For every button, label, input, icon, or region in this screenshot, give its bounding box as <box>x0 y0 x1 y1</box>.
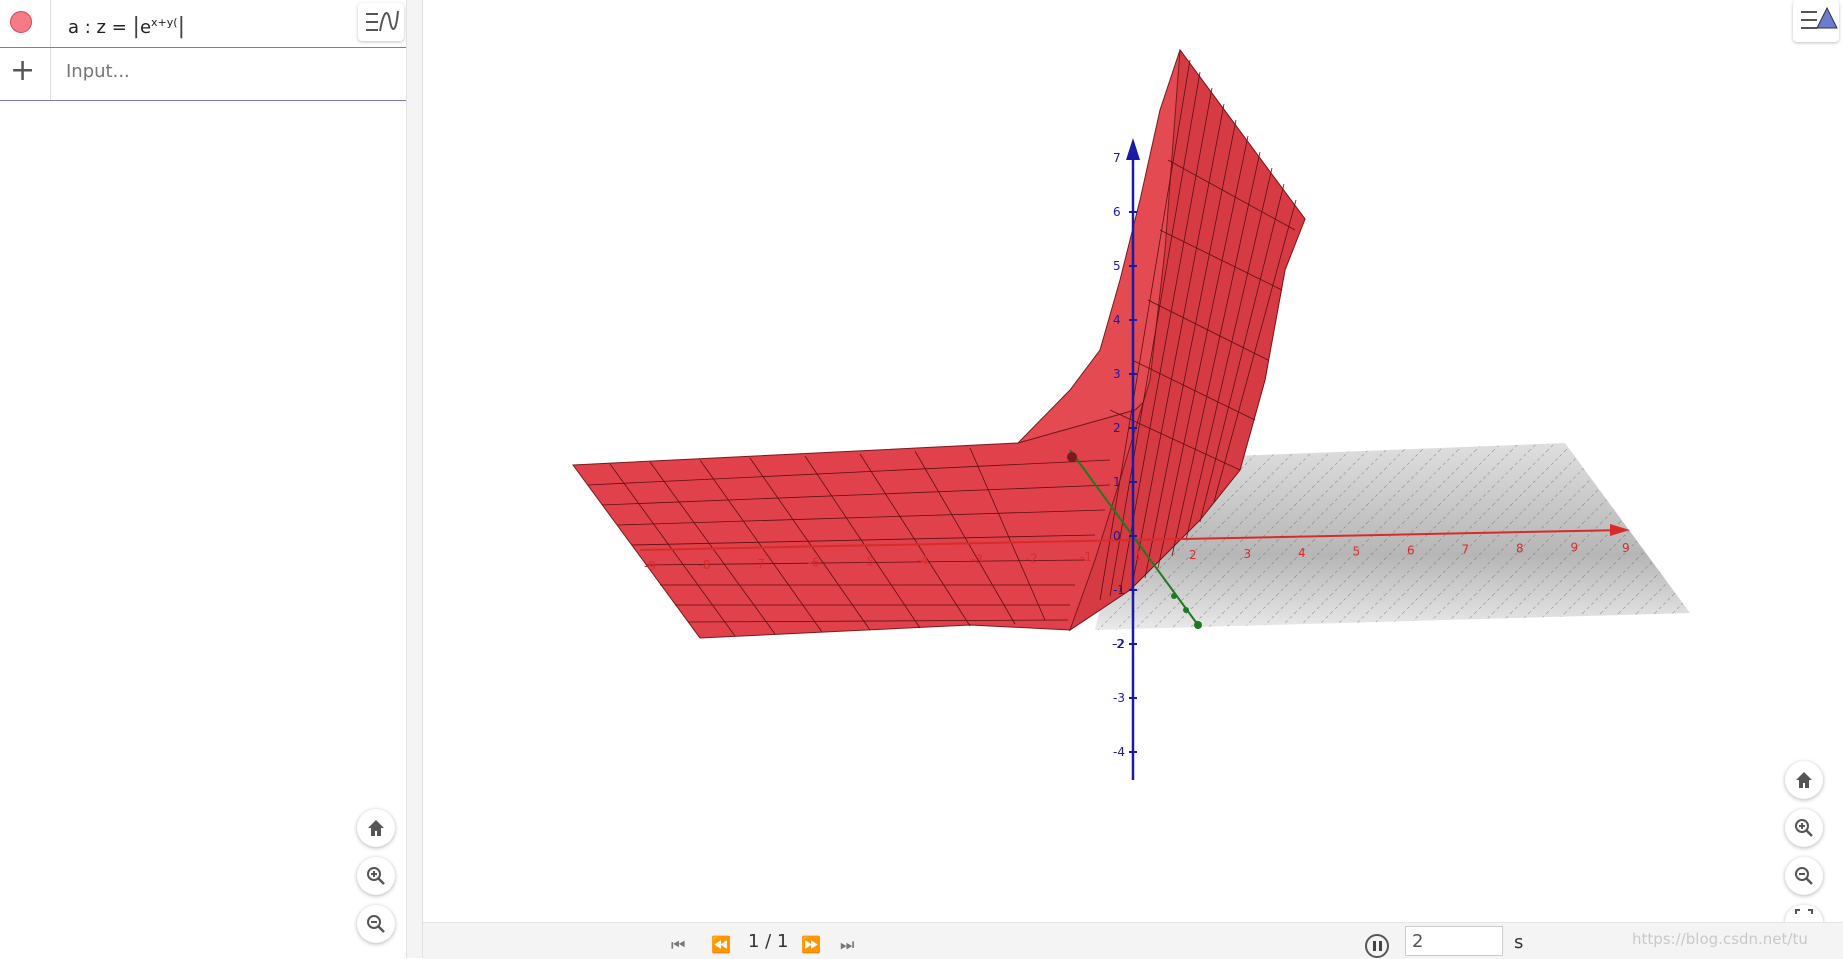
graphics-menu-icon[interactable] <box>1793 0 1839 42</box>
z-tick-label: -4 <box>1113 745 1125 759</box>
graphics-canvas[interactable]: -9 -8 -7 -6 -5 -4 -3 -2 -1 1 2 3 4 5 6 7 8 9 9 76543210-1… <box>423 0 1843 922</box>
x-tick-label: -8 <box>699 558 711 572</box>
x-axis-end-label: 9 <box>1622 541 1630 555</box>
x-tick-label: 9 <box>1571 540 1579 554</box>
x-tick-label: 3 <box>1244 547 1252 561</box>
x-tick-label: 6 <box>1407 544 1415 558</box>
plus-icon[interactable]: + <box>10 56 35 86</box>
view-divider[interactable] <box>406 0 423 958</box>
x-tick-label: 1 <box>1135 549 1143 563</box>
home-button[interactable] <box>357 809 395 847</box>
formula-text[interactable]: a : z = |ex+y(| <box>68 14 185 39</box>
zoom-out-button[interactable] <box>357 905 395 943</box>
graphics-zoom-in-button[interactable] <box>1785 809 1823 847</box>
speed-unit: s <box>1514 932 1524 953</box>
x-tick-label: -7 <box>753 557 765 571</box>
z-tick-label: 5 <box>1113 259 1121 273</box>
z-tick-label: -1 <box>1113 583 1125 597</box>
formula-base: e <box>139 17 152 38</box>
x-tick-label: 2 <box>1189 548 1197 562</box>
zoom-out-icon <box>1795 867 1813 885</box>
x-tick-label: 4 <box>1298 546 1306 560</box>
x-tick-label: -4 <box>917 554 929 568</box>
y-axis-neg-label: -2 <box>1112 637 1124 651</box>
pause-button[interactable] <box>1365 934 1389 958</box>
x-tick-label: 5 <box>1353 545 1361 559</box>
next-page-icon[interactable]: ⏩ <box>801 935 821 954</box>
zoom-in-icon <box>1795 819 1813 837</box>
graphics-home-button[interactable] <box>1785 761 1823 799</box>
x-tick-label: -5 <box>862 555 874 569</box>
x-tick-label: 7 <box>1462 543 1470 557</box>
prev-page-icon[interactable]: ⏪ <box>711 935 731 954</box>
home-icon <box>1796 772 1812 788</box>
watermark: https://blog.csdn.net/tu <box>1632 930 1808 948</box>
x-tick-label: 8 <box>1516 541 1524 555</box>
algebra-input[interactable] <box>64 60 398 83</box>
marble-cell <box>0 0 51 47</box>
z-tick-label: 1 <box>1113 475 1121 489</box>
x-tick-label: -1 <box>1080 550 1092 564</box>
z-tick-label: -3 <box>1113 691 1125 705</box>
algebra-menu-icon[interactable] <box>358 3 404 41</box>
add-cell: + <box>0 48 51 100</box>
algebra-view: a : z = |ex+y(| + <box>0 0 423 958</box>
zoom-in-icon <box>367 867 385 885</box>
fullscreen-icon <box>1795 909 1813 914</box>
visibility-toggle[interactable] <box>10 11 32 33</box>
first-page-icon[interactable]: ⏮ <box>671 935 685 955</box>
algebra-input-row[interactable]: + <box>0 48 406 101</box>
animation-speed-input[interactable] <box>1405 926 1503 956</box>
object-label: a : z = <box>68 17 127 38</box>
z-tick-label: 0 <box>1113 529 1121 543</box>
x-tick-label: -9 <box>644 559 656 573</box>
z-tick-label: 4 <box>1113 313 1121 327</box>
z-tick-label: 2 <box>1113 421 1121 435</box>
z-tick-label: 7 <box>1113 151 1121 165</box>
last-page-icon[interactable]: ⏭ <box>840 935 854 955</box>
x-tick-label: -3 <box>971 552 983 566</box>
x-tick-label: -2 <box>1026 551 1038 565</box>
animation-bar <box>423 922 1843 959</box>
formula-exponent: x+y( <box>151 16 178 29</box>
x-tick-label: -6 <box>808 556 820 570</box>
home-icon <box>368 820 384 836</box>
zoom-in-button[interactable] <box>357 857 395 895</box>
page-indicator: 1 / 1 <box>748 931 789 952</box>
z-tick-label: 6 <box>1113 205 1121 219</box>
z-tick-label: 3 <box>1113 367 1121 381</box>
graphics-3d-view[interactable]: -9 -8 -7 -6 -5 -4 -3 -2 -1 1 2 3 4 5 6 7 8 9 9 7 6 5 4 3 2 1 0 -1… <box>423 0 1843 922</box>
algebra-row-a[interactable]: a : z = |ex+y(| <box>0 0 406 48</box>
graphics-zoom-out-button[interactable] <box>1785 857 1823 895</box>
zoom-out-icon <box>367 915 385 933</box>
